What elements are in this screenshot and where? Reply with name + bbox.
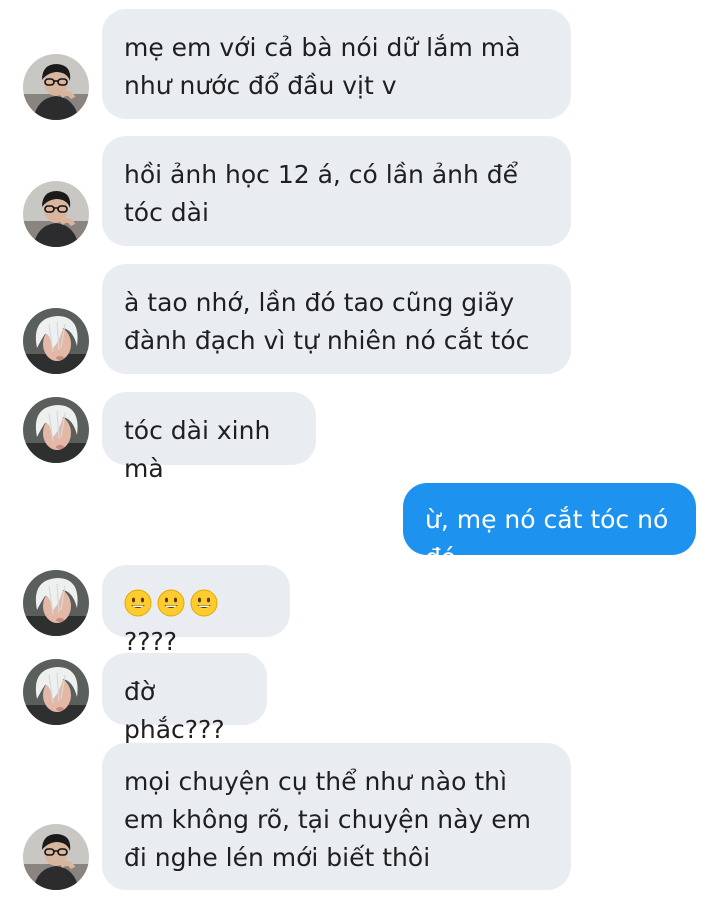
message-text: mẹ em với cả bà nói dữ lắm mà như nước đ… xyxy=(124,33,521,100)
message-text: ???? xyxy=(124,627,178,656)
message-text: mọi chuyện cụ thể như nào thì em không r… xyxy=(124,767,531,872)
message-text: tóc dài xinh mà xyxy=(124,416,271,483)
white-hair-avatar[interactable] xyxy=(23,659,89,725)
message-bubble-outgoing[interactable]: ừ, mẹ nó cắt tóc nó đó xyxy=(403,483,696,572)
message-bubble[interactable]: hồi ảnh học 12 á, có lần ảnh để tóc dài xyxy=(102,136,571,246)
boy-glasses-avatar[interactable] xyxy=(23,824,89,890)
message-bubble[interactable]: tóc dài xinh mà xyxy=(102,392,316,483)
message-bubble[interactable]: mọi chuyện cụ thể như nào thì em không r… xyxy=(102,743,571,890)
message-text: hồi ảnh học 12 á, có lần ảnh để tóc dài xyxy=(124,160,519,227)
white-hair-avatar[interactable] xyxy=(23,397,89,463)
message-bubble[interactable]: đờ phắc??? xyxy=(102,653,267,744)
message-text: đờ phắc??? xyxy=(124,677,225,744)
message-bubble[interactable]: ???? xyxy=(102,565,290,656)
message-bubble[interactable]: à tao nhớ, lần đó tao cũng giãy đành đạc… xyxy=(102,264,571,374)
boy-glasses-avatar[interactable] xyxy=(23,181,89,247)
boy-glasses-avatar[interactable] xyxy=(23,54,89,120)
grinning-face-icon xyxy=(124,589,152,617)
grinning-face-icon xyxy=(157,589,185,617)
message-bubble[interactable]: mẹ em với cả bà nói dữ lắm mà như nước đ… xyxy=(102,9,571,119)
white-hair-avatar[interactable] xyxy=(23,570,89,636)
message-text: à tao nhớ, lần đó tao cũng giãy đành đạc… xyxy=(124,288,530,355)
white-hair-avatar[interactable] xyxy=(23,308,89,374)
grinning-face-icon xyxy=(190,589,218,617)
message-text: ừ, mẹ nó cắt tóc nó đó xyxy=(425,505,669,572)
